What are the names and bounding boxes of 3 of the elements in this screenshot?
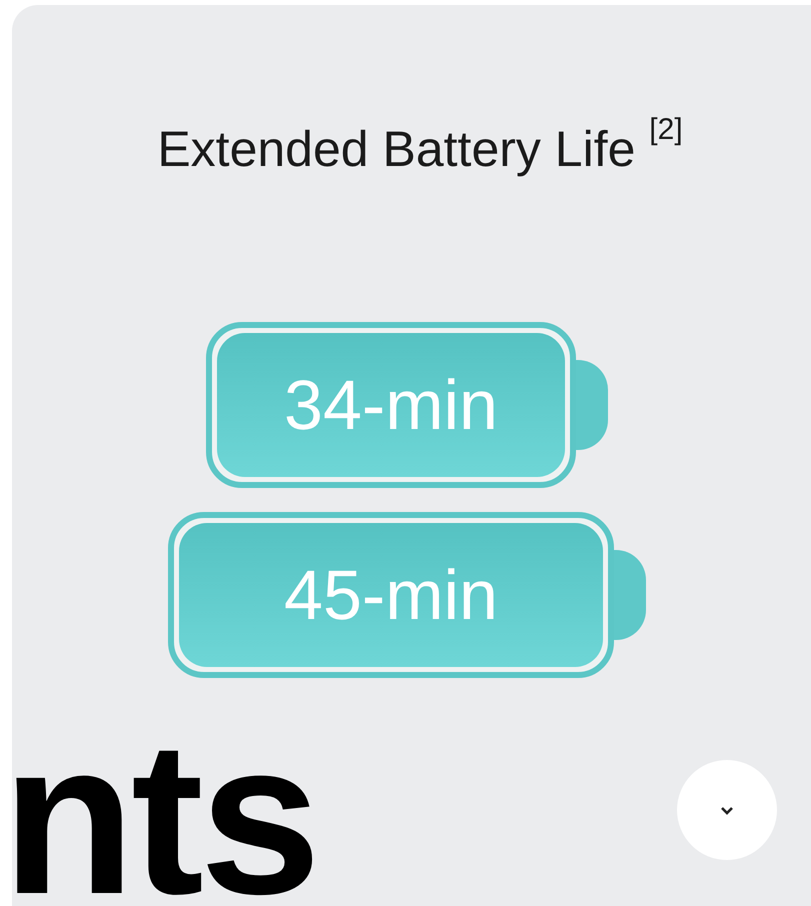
heading-text: nts	[2, 710, 317, 906]
card-title: Extended Battery Life $^{[2]}$	[156, 117, 684, 179]
chevron-icon	[720, 806, 734, 814]
